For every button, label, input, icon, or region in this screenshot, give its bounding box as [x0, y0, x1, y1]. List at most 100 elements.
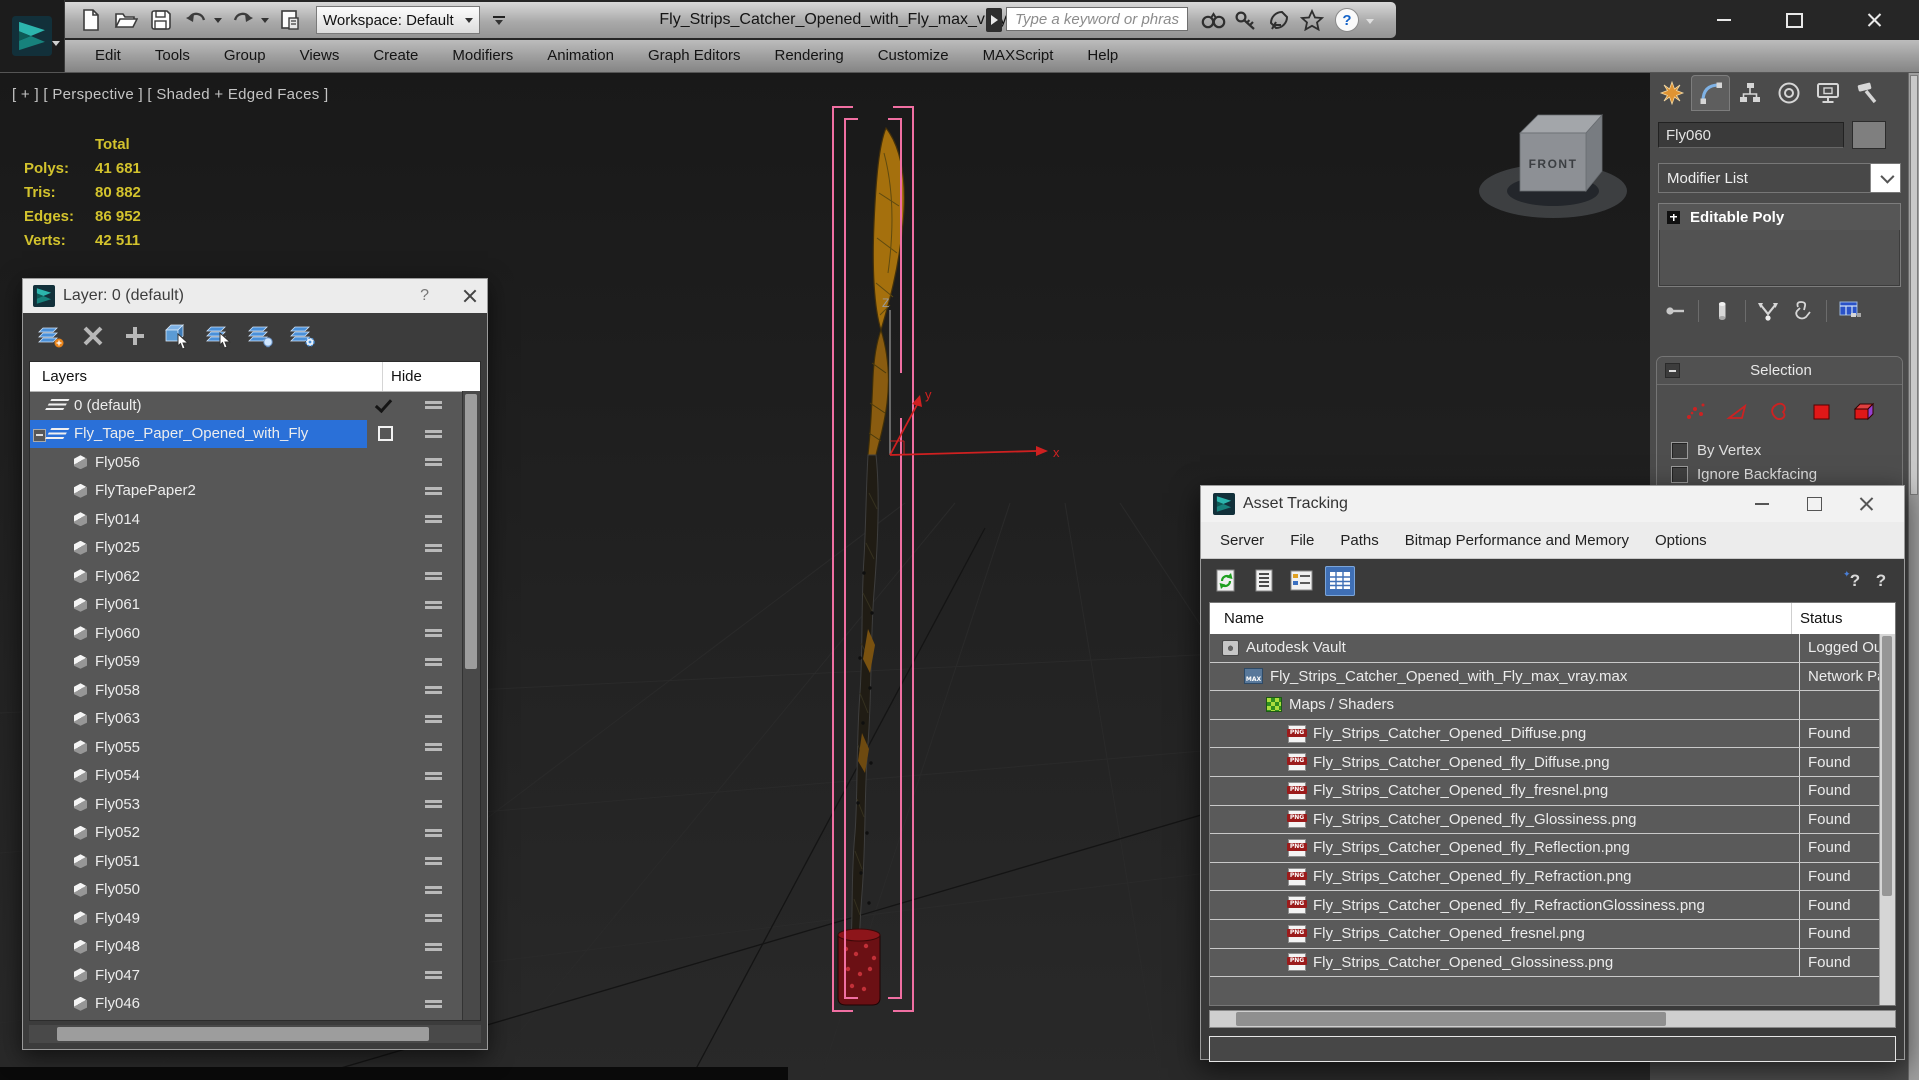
asset-row[interactable]: Fly_Strips_Catcher_Opened_Diffuse.png Fo… [1210, 720, 1880, 749]
layer-list-item[interactable]: Fly060 [30, 619, 463, 648]
expand-toggle[interactable] [30, 420, 48, 448]
menu-item[interactable]: Edit [78, 40, 138, 72]
transform-gizmo[interactable]: Z x y [882, 296, 1060, 460]
workspace-selector[interactable]: Workspace: Default [316, 6, 480, 34]
select-objects-in-layer-button[interactable] [161, 321, 193, 351]
layer-list-item[interactable]: Fly014 [30, 505, 463, 534]
asset-close-button[interactable] [1840, 486, 1892, 522]
application-menu-button[interactable] [0, 0, 65, 72]
hide-toggle[interactable] [403, 601, 463, 609]
refresh-button[interactable] [1211, 566, 1241, 596]
asset-tracking-titlebar[interactable]: Asset Tracking [1201, 486, 1904, 522]
expand-toggle[interactable] [30, 876, 48, 904]
tab-hierarchy[interactable] [1730, 75, 1769, 111]
open-file-button[interactable] [110, 5, 142, 35]
layer-list-item[interactable]: Fly059 [30, 648, 463, 677]
list-view-button[interactable] [1249, 566, 1279, 596]
layer-list-item[interactable]: Fly063 [30, 705, 463, 734]
expand-toggle[interactable] [30, 847, 48, 875]
context-help-button[interactable]: ? [1868, 571, 1894, 591]
expand-toggle[interactable] [30, 790, 48, 818]
favorites-button[interactable] [1297, 6, 1327, 34]
project-folder-button[interactable] [274, 5, 306, 35]
help-sparkle-button[interactable]: ✦? [1842, 571, 1868, 591]
asset-row[interactable]: Fly_Strips_Catcher_Opened_fly_Refraction… [1210, 891, 1880, 920]
viewcube-front-face[interactable]: FRONT [1529, 157, 1578, 171]
layer-list-item[interactable]: Fly050 [30, 876, 463, 905]
menu-item[interactable]: Views [283, 40, 357, 72]
expand-toggle[interactable] [30, 448, 48, 476]
undo-button[interactable] [180, 5, 212, 35]
menu-item[interactable]: Options [1642, 523, 1720, 558]
column-header-status[interactable]: Status [1792, 603, 1880, 634]
layer-list-item[interactable]: Fly025 [30, 534, 463, 563]
hide-toggle[interactable] [403, 857, 463, 865]
edge-subobject-button[interactable] [1724, 399, 1752, 425]
vertex-subobject-button[interactable] [1682, 399, 1710, 425]
expand-toggle[interactable] [30, 933, 48, 961]
menu-item[interactable]: Group [207, 40, 283, 72]
undo-dropdown[interactable] [212, 5, 224, 35]
expand-toggle[interactable] [30, 562, 48, 590]
column-header-hide[interactable]: Hide [383, 362, 463, 391]
expand-toggle[interactable] [30, 990, 48, 1018]
menu-item[interactable]: Rendering [757, 40, 860, 72]
new-scene-button[interactable] [75, 5, 107, 35]
polygon-subobject-button[interactable] [1808, 399, 1836, 425]
layer-list-item[interactable]: FlyTapePaper2 [30, 477, 463, 506]
expand-toggle[interactable] [30, 676, 48, 704]
layer-list-item[interactable]: Fly046 [30, 990, 463, 1019]
border-subobject-button[interactable] [1766, 399, 1794, 425]
current-layer-indicator[interactable] [367, 401, 403, 410]
dialog-help-button[interactable]: ? [420, 287, 429, 305]
layer-list-horizontal-scrollbar[interactable] [29, 1025, 481, 1043]
sign-in-button[interactable] [1231, 6, 1261, 34]
tab-modify[interactable] [1691, 75, 1730, 111]
modifier-stack-item[interactable]: Editable Poly [1659, 204, 1900, 230]
add-selection-to-layer-button[interactable] [119, 321, 151, 351]
expand-toggle[interactable] [30, 733, 48, 761]
hide-toggle[interactable] [403, 401, 463, 409]
remove-modifier-button[interactable] [1786, 297, 1820, 325]
layer-dialog-titlebar[interactable]: Layer: 0 (default) ? [23, 279, 487, 313]
expand-toggle[interactable] [30, 904, 48, 932]
make-unique-button[interactable] [1705, 297, 1739, 325]
scrollbar-thumb[interactable] [1882, 636, 1892, 896]
menu-item[interactable]: Modifiers [435, 40, 530, 72]
scrollbar-thumb[interactable] [1236, 1012, 1666, 1026]
workspace-menu-button[interactable] [486, 7, 512, 33]
set-current-layer-button[interactable] [203, 321, 235, 351]
configure-modifier-sets-button[interactable] [1833, 297, 1867, 325]
save-file-button[interactable] [145, 5, 177, 35]
pin-stack-button[interactable] [1658, 297, 1692, 325]
expand-toggle[interactable] [30, 961, 48, 989]
hide-toggle[interactable] [403, 487, 463, 495]
menu-item[interactable]: File [1277, 523, 1327, 558]
hide-toggle[interactable] [403, 544, 463, 552]
asset-minimize-button[interactable] [1736, 486, 1788, 522]
layer-list-item[interactable]: Fly_Tape_Paper_Opened_with_Fly [30, 420, 463, 449]
layer-list-item[interactable]: Fly048 [30, 933, 463, 962]
dropdown-button[interactable] [1870, 164, 1900, 192]
hide-toggle[interactable] [403, 1000, 463, 1008]
modifier-stack[interactable]: Editable Poly [1658, 203, 1901, 287]
create-new-layer-button[interactable] [35, 321, 67, 351]
hide-toggle[interactable] [403, 715, 463, 723]
scrollbar-thumb[interactable] [1910, 75, 1918, 495]
menu-item[interactable]: Animation [530, 40, 631, 72]
hide-toggle[interactable] [403, 515, 463, 523]
layer-list-item[interactable]: Fly056 [30, 448, 463, 477]
menu-item[interactable]: Tools [138, 40, 207, 72]
hide-toggle[interactable] [403, 658, 463, 666]
expand-toggle[interactable] [30, 762, 48, 790]
expand-toggle[interactable] [30, 477, 48, 505]
layer-list-item[interactable]: Fly053 [30, 790, 463, 819]
current-layer-indicator[interactable] [367, 426, 403, 441]
asset-row[interactable]: Fly_Strips_Catcher_Opened_fly_Reflection… [1210, 834, 1880, 863]
expand-toggle[interactable] [30, 534, 48, 562]
delete-layer-button[interactable] [77, 321, 109, 351]
tab-create[interactable] [1652, 75, 1691, 111]
window-close-button[interactable] [1842, 0, 1906, 40]
asset-row[interactable]: Fly_Strips_Catcher_Opened_fly_Refraction… [1210, 863, 1880, 892]
help-dropdown[interactable] [1364, 6, 1376, 36]
